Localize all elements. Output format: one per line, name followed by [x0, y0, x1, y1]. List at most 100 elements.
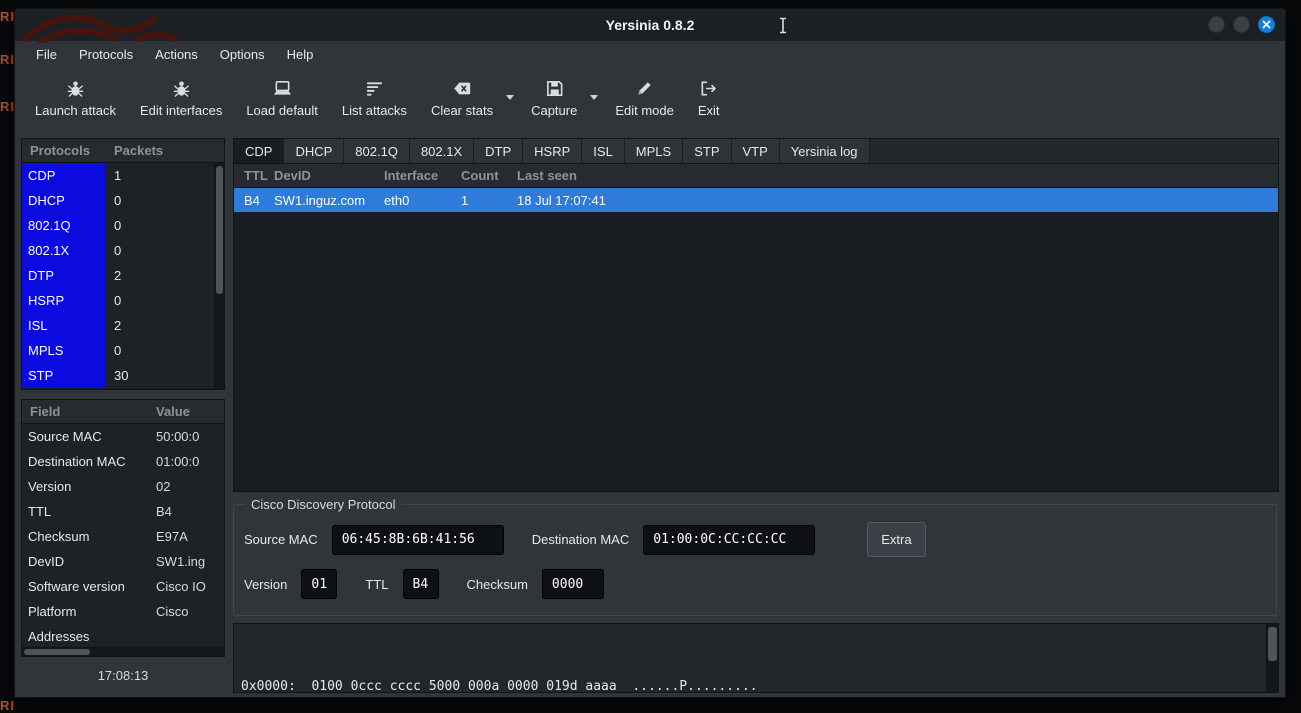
- ttl-column-header[interactable]: TTL: [234, 168, 274, 183]
- protocol-row[interactable]: DTP 2: [22, 263, 214, 288]
- wallpaper-dragon-decoration: [19, 9, 179, 46]
- protocol-name: MPLS: [22, 338, 105, 363]
- field-row[interactable]: Addresses: [22, 624, 224, 647]
- protocol-tab[interactable]: 802.1X: [410, 139, 474, 163]
- packet-count: 1: [461, 193, 517, 208]
- menu-item[interactable]: File: [27, 43, 66, 66]
- field-row[interactable]: Destination MAC 01:00:0: [22, 449, 224, 474]
- maximize-button[interactable]: [1233, 16, 1250, 33]
- protocols-vertical-scrollbar[interactable]: [214, 163, 224, 389]
- field-name: Source MAC: [22, 424, 154, 449]
- exit-button[interactable]: Exit: [686, 71, 732, 122]
- titlebar[interactable]: Yersinia 0.8.2: [15, 9, 1285, 41]
- wallpaper-text-fragment: RI: [0, 99, 15, 114]
- field-row[interactable]: TTL B4: [22, 499, 224, 524]
- value-column-header[interactable]: Value: [154, 404, 224, 419]
- protocol-row[interactable]: HSRP 0: [22, 288, 214, 313]
- protocol-tabs: CDP DHCP 802.1Q 802.1X DTP: [233, 138, 1279, 163]
- edit-interfaces-button[interactable]: Edit interfaces: [128, 71, 234, 122]
- ttl-input[interactable]: [403, 569, 439, 599]
- packet-table: TTL DevID Interface Count Last seen B4 S…: [233, 163, 1279, 492]
- protocol-tab[interactable]: CDP: [234, 139, 284, 163]
- edit-mode-button[interactable]: Edit mode: [603, 71, 686, 122]
- capture-dropdown[interactable]: [589, 71, 603, 100]
- field-row[interactable]: Source MAC 50:00:0: [22, 424, 224, 449]
- protocol-row[interactable]: 802.1X 0: [22, 238, 214, 263]
- protocols-list: CDP 1 DHCP 0 802.1Q 0: [22, 163, 214, 389]
- extra-button[interactable]: Extra: [867, 522, 925, 557]
- protocol-row[interactable]: 802.1Q 0: [22, 213, 214, 238]
- scrollbar-thumb[interactable]: [216, 166, 223, 294]
- interface-column-header[interactable]: Interface: [384, 168, 461, 183]
- protocol-packet-count: 2: [105, 263, 214, 288]
- protocol-tab[interactable]: DTP: [474, 139, 523, 163]
- wallpaper-text-fragment: RI: [0, 698, 15, 713]
- menu-item[interactable]: Protocols: [70, 43, 142, 66]
- load-default-button[interactable]: Load default: [234, 71, 330, 122]
- checksum-input[interactable]: [542, 569, 604, 599]
- protocol-tab[interactable]: 802.1Q: [344, 139, 410, 163]
- protocol-tab[interactable]: ISL: [582, 139, 625, 163]
- protocol-row[interactable]: MPLS 0: [22, 338, 214, 363]
- protocols-panel-header: Protocols Packets: [22, 139, 224, 163]
- field-column-header[interactable]: Field: [22, 404, 154, 419]
- version-input[interactable]: [301, 569, 337, 599]
- protocol-name: DTP: [22, 263, 105, 288]
- packet-interface: eth0: [384, 193, 461, 208]
- field-name: Version: [22, 474, 154, 499]
- field-row[interactable]: Version 02: [22, 474, 224, 499]
- packet-devid: SW1.inguz.com: [274, 193, 384, 208]
- field-row[interactable]: DevID SW1.ing: [22, 549, 224, 574]
- menu-item[interactable]: Actions: [146, 43, 207, 66]
- pencil-icon: [635, 77, 654, 99]
- packet-row[interactable]: B4 SW1.inguz.com eth0 1 18 Jul 17:07:41: [234, 188, 1278, 212]
- menu-item[interactable]: Help: [278, 43, 323, 66]
- list-attacks-button[interactable]: List attacks: [330, 71, 419, 122]
- launch-attack-button[interactable]: Launch attack: [23, 71, 128, 122]
- tab-label: STP: [694, 144, 719, 159]
- protocol-name: 802.1Q: [22, 213, 105, 238]
- protocol-row[interactable]: DHCP 0: [22, 188, 214, 213]
- protocol-tab[interactable]: Yersinia log: [780, 139, 870, 163]
- toolbar-button-label: Exit: [698, 103, 720, 118]
- devid-column-header[interactable]: DevID: [274, 168, 384, 183]
- field-row[interactable]: Platform Cisco: [22, 599, 224, 624]
- count-column-header[interactable]: Count: [461, 168, 517, 183]
- clear-stats-button[interactable]: Clear stats: [419, 71, 505, 122]
- field-row[interactable]: Software version Cisco IO: [22, 574, 224, 599]
- protocol-tab[interactable]: VTP: [732, 139, 780, 163]
- main-area: CDP DHCP 802.1Q 802.1X DTP: [233, 138, 1279, 693]
- protocol-tab[interactable]: DHCP: [284, 139, 344, 163]
- menu-item[interactable]: Options: [211, 43, 274, 66]
- protocol-row[interactable]: CDP 1: [22, 163, 214, 188]
- protocol-packet-count: 1: [105, 163, 214, 188]
- field-name: Checksum: [22, 524, 154, 549]
- field-value: Cisco IO: [154, 574, 224, 599]
- editor-row: Source MAC Destination MAC Extra: [244, 522, 1266, 557]
- protocol-row[interactable]: ISL 2: [22, 313, 214, 338]
- scrollbar-thumb[interactable]: [24, 649, 90, 655]
- minimize-button[interactable]: [1208, 16, 1225, 33]
- capture-button[interactable]: Capture: [519, 71, 589, 122]
- list-icon: [365, 77, 384, 99]
- protocol-tab[interactable]: STP: [683, 139, 731, 163]
- last-seen-column-header[interactable]: Last seen: [517, 168, 1278, 183]
- destination-mac-input[interactable]: [643, 525, 815, 555]
- fields-horizontal-scrollbar[interactable]: [22, 647, 224, 656]
- protocols-column-header[interactable]: Protocols: [22, 143, 110, 158]
- packets-column-header[interactable]: Packets: [110, 143, 224, 158]
- field-name: DevID: [22, 549, 154, 574]
- clear-stats-dropdown[interactable]: [505, 71, 519, 100]
- source-mac-label: Source MAC: [244, 532, 318, 547]
- field-row[interactable]: Checksum E97A: [22, 524, 224, 549]
- close-button[interactable]: [1258, 16, 1275, 33]
- hexdump-vertical-scrollbar[interactable]: [1266, 624, 1278, 692]
- protocol-tab[interactable]: MPLS: [625, 139, 683, 163]
- hexdump-panel: 0x0000: 0100 0ccc cccc 5000 000a 0000 01…: [233, 623, 1279, 693]
- toolbar-button-label: Launch attack: [35, 103, 116, 118]
- source-mac-input[interactable]: [332, 525, 504, 555]
- protocol-row[interactable]: STP 30: [22, 363, 214, 388]
- scrollbar-thumb[interactable]: [1268, 627, 1277, 661]
- field-value: Cisco: [154, 599, 224, 624]
- protocol-tab[interactable]: HSRP: [523, 139, 582, 163]
